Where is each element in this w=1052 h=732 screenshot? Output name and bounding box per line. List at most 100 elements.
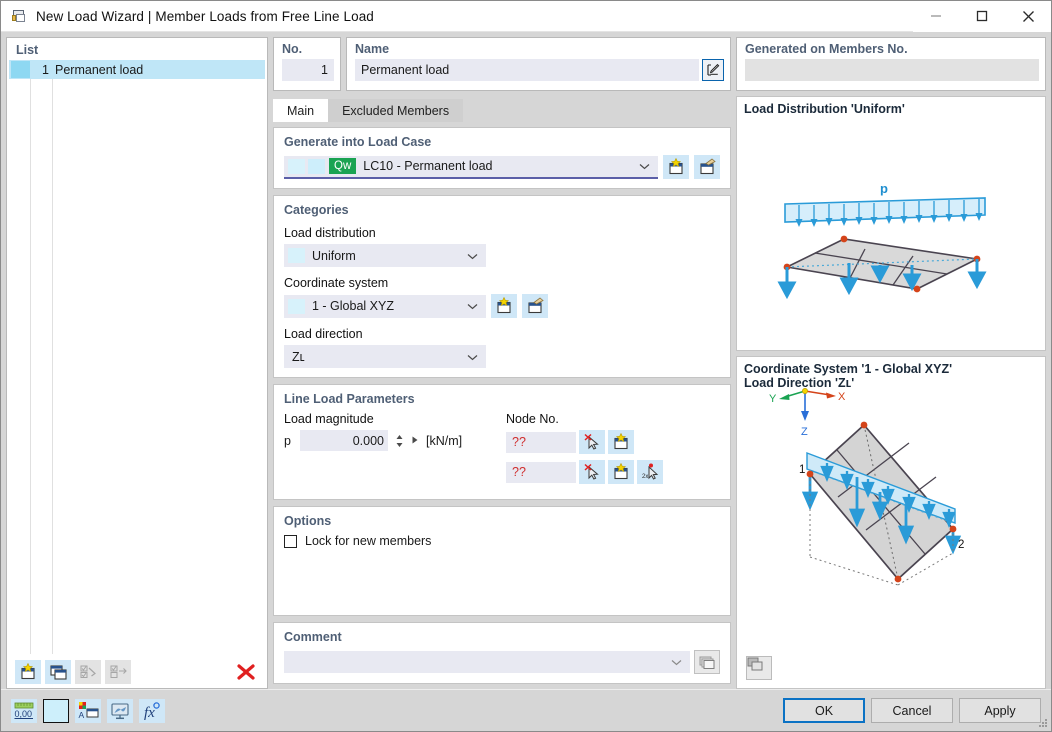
name-panel: Name Permanent load [346, 37, 731, 91]
load-case-swatch2-icon [308, 158, 325, 174]
svg-text:fx: fx [144, 705, 155, 720]
node-1-input[interactable]: ?? [506, 431, 576, 453]
chevron-down-icon [467, 249, 478, 263]
pick-two-nodes-button[interactable]: 2x [637, 460, 663, 484]
decimal-places-button[interactable]: 0,00 [11, 698, 37, 723]
pick-node-1-button[interactable] [579, 430, 605, 454]
comment-input[interactable] [284, 651, 690, 673]
node-row-2: ?? 2x [506, 460, 720, 484]
svg-text:2: 2 [958, 539, 964, 551]
list-grid-line-2 [52, 79, 53, 654]
load-magnitude-input[interactable]: 0.000 [300, 430, 388, 451]
svg-text:p: p [880, 181, 888, 196]
line-load-parameters-title: Line Load Parameters [284, 392, 415, 406]
load-distribution-label: Load distribution [284, 226, 376, 240]
render-view-button[interactable] [107, 698, 133, 723]
load-magnitude-unit: [kN/m] [426, 433, 463, 448]
load-case-row: Qw LC10 - Permanent load [284, 155, 720, 179]
color-swatch-icon [11, 61, 30, 78]
minimize-button[interactable] [913, 0, 959, 32]
dialog-body: List 1 Permanent load No. 1 Name Permane… [1, 32, 1051, 689]
new-item-button[interactable] [15, 659, 41, 684]
chevron-down-icon [467, 299, 478, 313]
generated-on-members-value [745, 59, 1039, 81]
load-magnitude-label: Load magnitude [284, 412, 374, 426]
number-name-row: No. 1 Name Permanent load [273, 37, 731, 91]
coordinate-system-combo[interactable]: 1 - Global XYZ [284, 294, 486, 318]
load-distribution-diagram: p [777, 181, 987, 300]
right-panel: Generated on Members No. Load Distributi… [736, 37, 1046, 689]
list-toolbar [7, 654, 267, 688]
color-picker-button[interactable] [43, 698, 69, 723]
load-distribution-swatch-icon [288, 248, 305, 263]
load-magnitude-expand-button[interactable] [410, 434, 420, 448]
load-magnitude-stepper[interactable] [394, 433, 404, 449]
close-button[interactable] [1005, 0, 1051, 32]
new-node-1-button[interactable] [608, 430, 634, 454]
new-coordinate-system-button[interactable] [491, 294, 517, 318]
new-node-2-button[interactable] [608, 460, 634, 484]
delete-item-button[interactable] [233, 660, 259, 684]
load-distribution-combo[interactable]: Uniform [284, 244, 486, 267]
line-load-parameters-panel: Line Load Parameters Load magnitude p 0.… [273, 384, 731, 500]
maximize-button[interactable] [959, 0, 1005, 32]
tab-content-main: Generate into Load Case Qw LC10 - Perman… [273, 127, 731, 689]
center-panel: No. 1 Name Permanent load Main Excluded … [273, 37, 731, 689]
line-load-columns: Load magnitude p 0.000 [kN/m] Node No. ?… [284, 412, 720, 490]
svg-text:1: 1 [799, 464, 805, 476]
pick-node-2-button[interactable] [579, 460, 605, 484]
svg-text:Y: Y [769, 393, 777, 405]
tab-main[interactable]: Main [273, 99, 329, 122]
edit-name-button[interactable] [702, 59, 724, 81]
preview-settings-button[interactable] [746, 656, 772, 680]
deselect-all-button [105, 659, 131, 684]
load-case-combo[interactable]: Qw LC10 - Permanent load [284, 155, 658, 179]
apply-button[interactable]: Apply [959, 698, 1041, 723]
load-case-swatch-icon [288, 158, 305, 174]
cancel-button-label: Cancel [892, 703, 932, 718]
ok-button[interactable]: OK [783, 698, 865, 723]
new-load-case-button[interactable] [663, 155, 689, 179]
edit-load-case-button[interactable] [694, 155, 720, 179]
list-item-number: 1 [42, 62, 49, 77]
load-case-value: LC10 - Permanent load [363, 159, 493, 173]
coordinate-system-preview: Coordinate System '1 - Global XYZ' Load … [736, 356, 1046, 689]
comment-panel: Comment [273, 622, 731, 684]
number-input[interactable]: 1 [282, 59, 334, 81]
display-properties-button[interactable]: A [75, 698, 101, 723]
formula-button[interactable]: fx [139, 698, 165, 723]
comment-library-button[interactable] [694, 650, 720, 674]
lock-for-new-members-checkbox[interactable] [284, 534, 297, 548]
svg-text:X: X [838, 391, 846, 403]
svg-text:2x: 2x [642, 474, 648, 480]
coordinate-system-row: 1 - Global XYZ [284, 294, 720, 318]
comment-title: Comment [284, 630, 342, 644]
resize-grip[interactable] [1038, 718, 1048, 728]
load-distribution-preview: Load Distribution 'Uniform' p [736, 96, 1046, 351]
generated-on-members-label: Generated on Members No. [745, 42, 908, 56]
apply-button-label: Apply [984, 703, 1016, 718]
categories-panel: Categories Load distribution Uniform Coo… [273, 195, 731, 378]
coordinate-system-value: 1 - Global XYZ [312, 299, 394, 313]
node-2-input[interactable]: ?? [506, 461, 576, 483]
window-title: New Load Wizard | Member Loads from Free… [36, 8, 374, 24]
categories-title: Categories [284, 203, 349, 217]
dialog-window: New Load Wizard | Member Loads from Free… [0, 0, 1052, 732]
list-item[interactable]: 1 Permanent load [9, 60, 265, 79]
edit-coordinate-system-button[interactable] [522, 294, 548, 318]
svg-text:A: A [78, 710, 84, 720]
tab-excluded-members[interactable]: Excluded Members [328, 99, 464, 122]
list-header-label: List [16, 43, 39, 57]
cancel-button[interactable]: Cancel [871, 698, 953, 723]
select-all-button [75, 659, 101, 684]
chevron-down-icon [671, 655, 682, 669]
copy-item-button[interactable] [45, 659, 71, 684]
coordinate-system-swatch-icon [288, 298, 305, 314]
lock-for-new-members-row[interactable]: Lock for new members [284, 534, 720, 548]
tab-main-label: Main [287, 103, 315, 118]
tab-bar: Main Excluded Members [273, 99, 731, 122]
load-direction-combo[interactable]: Zʟ [284, 345, 486, 368]
name-input[interactable]: Permanent load [355, 59, 699, 81]
generated-on-members-panel: Generated on Members No. [736, 37, 1046, 91]
name-label: Name [355, 42, 390, 56]
